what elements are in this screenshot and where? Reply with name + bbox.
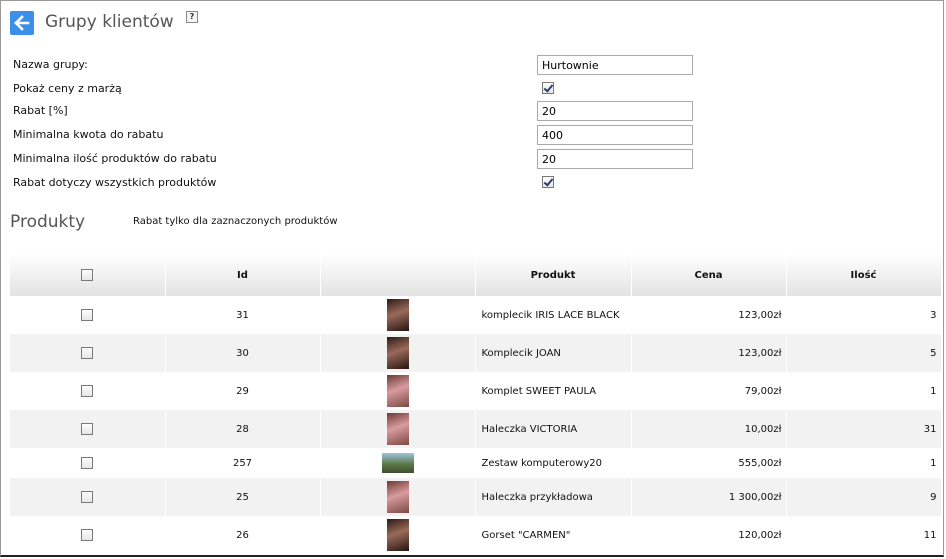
product-thumbnail[interactable] — [386, 519, 409, 551]
product-price: 120,00zł — [631, 516, 787, 554]
row-select-checkbox[interactable] — [81, 457, 94, 469]
product-id: 26 — [165, 516, 321, 554]
product-thumbnail[interactable] — [386, 299, 409, 331]
row-select-cell — [10, 296, 166, 334]
column-header-id[interactable]: Id — [165, 254, 321, 296]
product-name: komplecik IRIS LACE BLACK — [475, 296, 632, 334]
product-thumbnail-cell — [320, 448, 476, 478]
form-row-min-amount: Minimalna kwota do rabatu — [13, 125, 703, 145]
row-select-checkbox[interactable] — [81, 423, 94, 435]
product-id: 28 — [165, 410, 321, 448]
discount-input[interactable] — [537, 101, 693, 121]
product-price: 123,00zł — [631, 334, 787, 372]
row-select-cell — [10, 448, 166, 478]
form-row-show-prices: Pokaż ceny z marżą — [13, 79, 703, 99]
product-name: Komplet SWEET PAULA — [475, 372, 632, 410]
min-qty-label: Minimalna ilość produktów do rabatu — [13, 152, 217, 165]
row-select-cell — [10, 372, 166, 410]
column-header-product[interactable]: Produkt — [475, 254, 632, 296]
product-price: 1 300,00zł — [631, 478, 787, 516]
product-name: Haleczka VICTORIA — [475, 410, 632, 448]
form-row-group-name: Nazwa grupy: — [13, 55, 703, 75]
row-select-checkbox[interactable] — [81, 491, 94, 503]
product-thumbnail[interactable] — [386, 375, 409, 407]
products-table-body: 31 komplecik IRIS LACE BLACK 123,00zł 3 30 Ko… — [10, 296, 942, 554]
help-icon[interactable]: ? — [186, 11, 198, 23]
products-section-note: Rabat tylko dla zaznaczonych produktów — [133, 216, 338, 227]
product-id: 29 — [165, 372, 321, 410]
product-thumbnail[interactable] — [386, 337, 409, 369]
product-qty: 1 — [786, 448, 942, 478]
back-button[interactable] — [10, 11, 34, 35]
all-products-label: Rabat dotyczy wszystkich produktów — [13, 176, 217, 189]
product-thumbnail[interactable] — [386, 413, 409, 445]
row-select-checkbox[interactable] — [81, 347, 94, 359]
row-select-cell — [10, 410, 166, 448]
table-row[interactable]: 31 komplecik IRIS LACE BLACK 123,00zł 3 — [10, 296, 942, 334]
form-row-all-products: Rabat dotyczy wszystkich produktów — [13, 173, 703, 193]
product-id: 30 — [165, 334, 321, 372]
form-row-discount: Rabat [%] — [13, 101, 703, 121]
table-row[interactable]: 257 Zestaw komputerowy20 555,00zł 1 — [10, 448, 942, 478]
column-header-qty[interactable]: Ilość — [786, 254, 942, 296]
row-select-checkbox[interactable] — [81, 385, 94, 397]
arrow-left-icon — [14, 15, 30, 31]
product-qty: 11 — [786, 516, 942, 554]
product-name: Gorset "CARMEN" — [475, 516, 632, 554]
product-name: Komplecik JOAN — [475, 334, 632, 372]
table-row[interactable]: 28 Haleczka VICTORIA 10,00zł 31 — [10, 410, 942, 448]
table-row[interactable]: 25 Haleczka przykładowa 1 300,00zł 9 — [10, 478, 942, 516]
table-row[interactable]: 29 Komplet SWEET PAULA 79,00zł 1 — [10, 372, 942, 410]
product-qty: 31 — [786, 410, 942, 448]
row-select-cell — [10, 478, 166, 516]
product-qty: 1 — [786, 372, 942, 410]
product-thumbnail-cell — [320, 516, 476, 554]
product-thumbnail-cell — [320, 334, 476, 372]
show-prices-checkbox[interactable] — [542, 82, 554, 94]
table-row[interactable]: 26 Gorset "CARMEN" 120,00zł 11 — [10, 516, 942, 554]
table-header-row: Id Produkt Cena Ilość — [10, 254, 942, 296]
product-thumbnail-cell — [320, 478, 476, 516]
row-select-checkbox[interactable] — [81, 309, 94, 321]
min-qty-input[interactable] — [537, 149, 693, 169]
row-select-cell — [10, 516, 166, 554]
column-header-image — [320, 254, 476, 296]
page-title: Grupy klientów — [45, 12, 174, 32]
select-all-header — [10, 254, 166, 296]
product-price: 10,00zł — [631, 410, 787, 448]
product-thumbnail-cell — [320, 410, 476, 448]
table-row[interactable]: 30 Komplecik JOAN 123,00zł 5 — [10, 334, 942, 372]
product-thumbnail[interactable] — [386, 481, 409, 513]
products-table: Id Produkt Cena Ilość 31 komplecik IRIS L… — [10, 254, 942, 554]
product-price: 555,00zł — [631, 448, 787, 478]
product-qty: 9 — [786, 478, 942, 516]
row-select-checkbox[interactable] — [81, 529, 94, 541]
all-products-checkbox[interactable] — [542, 176, 554, 188]
products-section-title: Produkty — [10, 212, 86, 232]
column-header-price[interactable]: Cena — [631, 254, 787, 296]
min-amount-label: Minimalna kwota do rabatu — [13, 128, 164, 141]
product-price: 123,00zł — [631, 296, 787, 334]
product-id: 257 — [165, 448, 321, 478]
group-name-input[interactable] — [537, 55, 693, 75]
product-id: 31 — [165, 296, 321, 334]
app-window: Grupy klientów ? Nazwa grupy: Pokaż ceny… — [0, 0, 944, 557]
product-qty: 3 — [786, 296, 942, 334]
form-row-min-qty: Minimalna ilość produktów do rabatu — [13, 149, 703, 169]
product-thumbnail-cell — [320, 372, 476, 410]
group-name-label: Nazwa grupy: — [13, 58, 88, 71]
product-price: 79,00zł — [631, 372, 787, 410]
product-id: 25 — [165, 478, 321, 516]
product-thumbnail[interactable] — [381, 453, 414, 473]
product-name: Haleczka przykładowa — [475, 478, 632, 516]
product-thumbnail-cell — [320, 296, 476, 334]
show-prices-label: Pokaż ceny z marżą — [13, 82, 122, 95]
discount-label: Rabat [%] — [13, 104, 68, 117]
row-select-cell — [10, 334, 166, 372]
min-amount-input[interactable] — [537, 125, 693, 145]
select-all-checkbox[interactable] — [81, 269, 94, 281]
product-qty: 5 — [786, 334, 942, 372]
product-name: Zestaw komputerowy20 — [475, 448, 632, 478]
